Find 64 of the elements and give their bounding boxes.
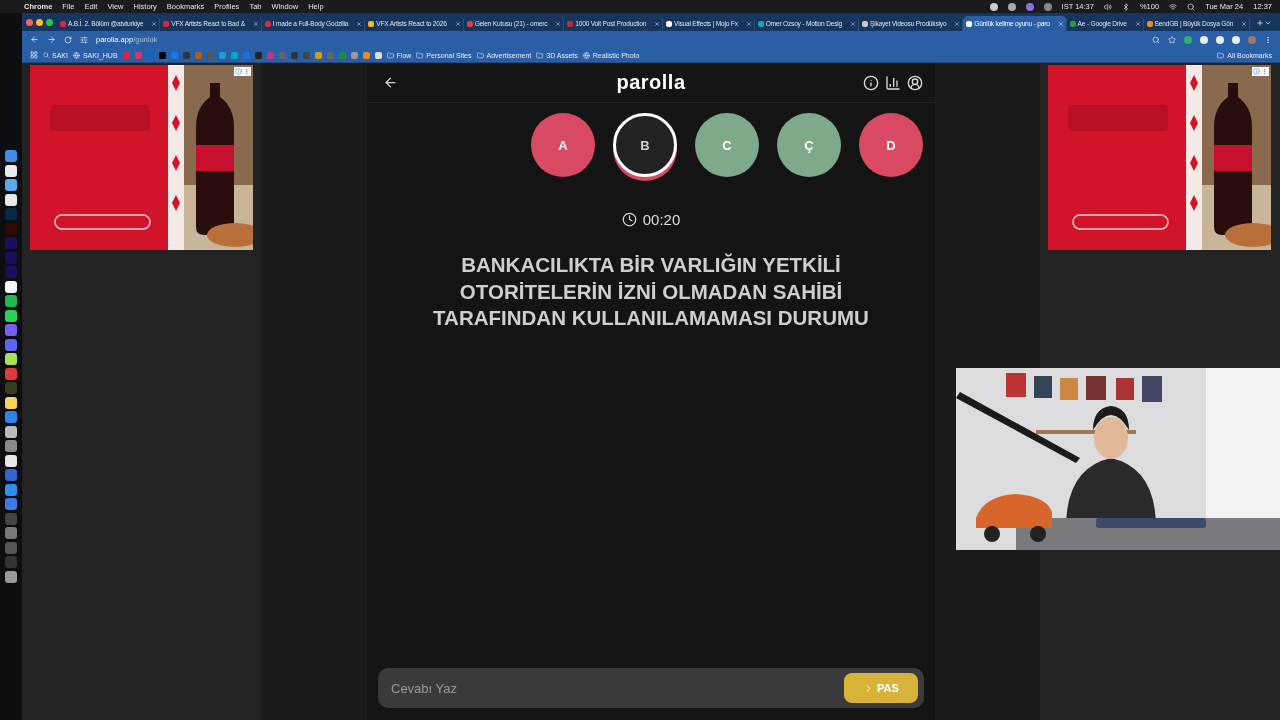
forward-icon[interactable]	[47, 35, 56, 44]
minimize-window-button[interactable]	[36, 19, 43, 26]
letter-circle: B	[613, 113, 677, 177]
globe-icon	[582, 51, 590, 59]
folder-icon	[476, 51, 484, 59]
app-icon[interactable]	[5, 295, 17, 308]
zoom-window-button[interactable]	[46, 19, 53, 26]
letter-circle: C	[695, 113, 759, 177]
folder-icon	[416, 51, 424, 59]
app-icon[interactable]	[5, 570, 17, 583]
app-icon[interactable]	[5, 309, 17, 322]
app-icon[interactable]	[5, 280, 17, 293]
close-icon[interactable]	[654, 20, 661, 27]
profile-icon[interactable]	[907, 74, 923, 91]
menu-bar-icon[interactable]	[1007, 2, 1016, 11]
search-icon	[43, 52, 49, 58]
app-icon[interactable]	[5, 396, 17, 409]
globe-icon	[72, 51, 80, 59]
bluetooth-icon[interactable]	[1121, 2, 1130, 11]
site-settings-icon[interactable]	[80, 35, 88, 44]
app-icon[interactable]	[5, 353, 17, 366]
close-icon[interactable]	[1134, 20, 1141, 27]
chart-icon[interactable]	[885, 74, 901, 91]
close-icon[interactable]	[849, 20, 856, 27]
app-icon[interactable]	[5, 483, 17, 496]
close-icon[interactable]	[252, 20, 259, 27]
app-icon[interactable]	[5, 425, 17, 438]
letter-circle: D	[859, 113, 923, 177]
timer: 00:20	[642, 211, 681, 228]
close-icon[interactable]	[1241, 20, 1248, 27]
close-icon[interactable]	[151, 20, 158, 27]
star-icon[interactable]	[1168, 35, 1176, 44]
search-icon[interactable]	[1152, 35, 1160, 44]
close-icon[interactable]	[356, 20, 363, 27]
close-window-button[interactable]	[26, 19, 33, 26]
new-tab-icon[interactable]	[1256, 19, 1265, 27]
reload-icon[interactable]	[64, 35, 72, 44]
close-icon[interactable]	[454, 20, 461, 27]
letter-circle: Ç	[777, 113, 841, 177]
menu-icon[interactable]	[1264, 35, 1272, 44]
search-icon[interactable]	[1187, 2, 1196, 11]
letter-circle: A	[531, 113, 595, 177]
menu-bar-icon[interactable]	[989, 2, 998, 11]
tab-search-icon[interactable]	[1264, 19, 1273, 27]
back-icon[interactable]	[383, 75, 398, 90]
menu-bar-icon[interactable]	[1025, 2, 1034, 11]
app-icon[interactable]	[5, 179, 17, 192]
app-title: parolla	[616, 71, 686, 94]
app-icon[interactable]	[5, 150, 17, 163]
folder-icon	[1217, 51, 1225, 59]
close-icon[interactable]	[745, 20, 752, 27]
close-icon[interactable]	[555, 20, 562, 27]
close-icon[interactable]	[954, 20, 961, 27]
question-text: BANKACILIKTA BİR VARLIĞIN YETKİLİ OTORİTELERİN İZNİ OLMADAN SAHİBİ TARAFINDAN KULLANILAMAMASI DURUMU	[432, 252, 870, 331]
app-icon[interactable]	[5, 193, 17, 206]
folder-icon	[386, 51, 394, 59]
wifi-icon[interactable]	[1169, 2, 1178, 11]
app-icon[interactable]	[5, 164, 17, 177]
clock-icon	[621, 212, 637, 227]
app-icon[interactable]	[5, 454, 17, 467]
apps-icon[interactable]	[30, 51, 38, 59]
folder-icon	[536, 51, 544, 59]
volume-icon[interactable]	[1103, 2, 1112, 11]
menu-bar-icon[interactable]	[1043, 2, 1052, 11]
